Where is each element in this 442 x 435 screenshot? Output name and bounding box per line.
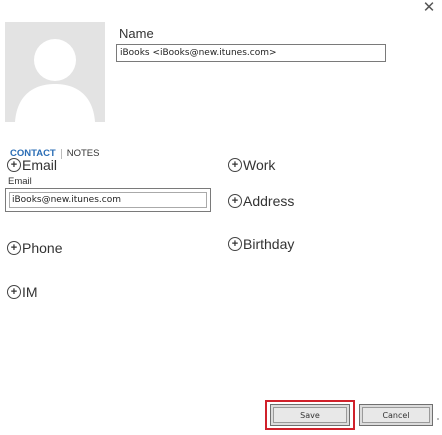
add-circle-icon: + [7, 241, 21, 255]
name-field[interactable]: iBooks <iBooks@new.itunes.com> [116, 44, 386, 62]
add-phone-label: Phone [22, 240, 63, 256]
cancel-button[interactable]: Cancel [359, 404, 433, 426]
add-im-label: IM [22, 284, 38, 300]
save-button[interactable]: Save [270, 404, 350, 426]
contact-avatar[interactable] [5, 22, 105, 122]
add-birthday-label: Birthday [243, 236, 295, 252]
add-birthday-button[interactable]: + Birthday [228, 236, 294, 252]
cancel-button-label: Cancel [362, 407, 430, 423]
person-silhouette-icon [5, 22, 105, 122]
name-label: Name [119, 26, 154, 41]
add-address-label: Address [243, 193, 295, 209]
add-work-button[interactable]: + Work [228, 157, 275, 173]
add-address-button[interactable]: + Address [228, 193, 294, 209]
email-field[interactable]: iBooks@new.itunes.com [5, 188, 211, 212]
add-work-label: Work [243, 157, 276, 173]
add-circle-icon: + [228, 237, 242, 251]
save-button-label: Save [273, 407, 347, 423]
add-email-label: Email [22, 157, 58, 173]
email-sublabel: Email [8, 176, 32, 187]
add-phone-button[interactable]: + Phone [7, 240, 62, 256]
add-circle-icon: + [228, 194, 242, 208]
add-circle-icon: + [7, 285, 21, 299]
add-im-button[interactable]: + IM [7, 284, 38, 300]
resize-grip [437, 418, 439, 420]
tab-divider [60, 148, 62, 159]
add-circle-icon: + [7, 158, 21, 172]
add-email-button[interactable]: + Email [7, 157, 57, 173]
tab-notes[interactable]: NOTES [67, 148, 100, 159]
close-icon[interactable]: ✕ [421, 0, 437, 16]
add-circle-icon: + [228, 158, 242, 172]
email-value: iBooks@new.itunes.com [9, 192, 207, 208]
